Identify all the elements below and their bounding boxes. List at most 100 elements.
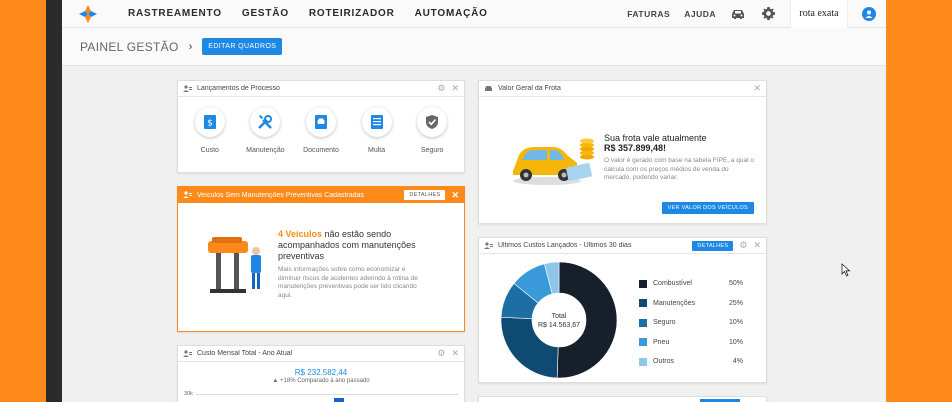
launch-label: Documento [303, 147, 339, 154]
legend-item: Pneu 10% [639, 333, 743, 353]
view-vehicle-values-button[interactable]: VER VALOR DOS VEÍCULOS [661, 202, 754, 214]
fleet-total-value: R$ 357.899,48! [604, 143, 667, 153]
close-icon[interactable]: ✕ [753, 241, 761, 250]
edit-boards-button[interactable]: EDITAR QUADROS [202, 38, 283, 55]
details-button[interactable]: DETALHES [404, 190, 446, 200]
legend-percentage: 4% [732, 358, 743, 366]
monthly-cost-card: Custo Mensal Total - Ano Atual ⚙ ✕ R$ 23… [177, 345, 465, 402]
fleet-headline: Sua frota vale atualmente [604, 133, 707, 143]
fine-document-icon [370, 115, 383, 129]
legend-swatch [639, 357, 647, 366]
preventive-maintenance-card: Veículos Sem Manutenções Preventivas Cad… [177, 186, 465, 332]
donut-center-label: Total [552, 313, 567, 320]
svg-text:$: $ [207, 119, 213, 129]
process-launches-card: Lançamentos de Processo ⚙ ✕ $ Custo Manu… [177, 80, 465, 173]
nav-right-group: FATURAS AJUDA rota exata [627, 0, 886, 28]
fleet-value-card: Valor Geral da Frota ✕ Sua frota vale at… [478, 80, 767, 224]
brand-name: rota exata [799, 7, 839, 19]
legend-percentage: 10% [728, 319, 743, 327]
page-header: PAINEL GESTÃO › EDITAR QUADROS [62, 28, 886, 66]
card-title: Lançamentos de Processo [197, 85, 280, 92]
mouse-cursor-icon [841, 263, 851, 282]
device-bezel-left [46, 0, 62, 402]
card-header: Lançamentos de Processo ⚙ ✕ [178, 81, 464, 97]
monthly-total-value: R$ 232.582,44 [294, 368, 348, 377]
user-list-icon [484, 241, 493, 250]
legend-percentage: 25% [728, 299, 743, 307]
car-document-icon [314, 115, 327, 129]
top-navigation: RASTREAMENTO GESTÃO ROTEIRIZADOR AUTOMAÇ… [62, 0, 886, 28]
launch-documento[interactable]: Documento [295, 107, 347, 154]
settings-icon[interactable]: ⚙ [739, 241, 747, 250]
bottom-card-partial [478, 396, 767, 402]
close-icon[interactable]: ✕ [451, 349, 459, 358]
card-header: Últimos Custos Lançados - Últimos 30 dia… [479, 238, 766, 254]
nav-item-automacao[interactable]: AUTOMAÇÃO [415, 8, 488, 19]
comparison-text: +18% Comparado à ano passado [280, 378, 370, 384]
car-icon [484, 84, 493, 93]
shield-check-icon [426, 115, 439, 129]
nav-link-ajuda[interactable]: AJUDA [684, 9, 716, 19]
legend-swatch [639, 338, 647, 347]
nav-item-rastreamento[interactable]: RASTREAMENTO [128, 8, 222, 19]
maintenance-message: 4 Veículos não estão sendo acompanhados … [278, 229, 428, 300]
app-screen: RASTREAMENTO GESTÃO ROTEIRIZADOR AUTOMAÇ… [62, 0, 886, 402]
user-list-icon [183, 191, 192, 200]
nav-item-gestao[interactable]: GESTÃO [242, 8, 289, 19]
card-title: Últimos Custos Lançados - Últimos 30 dia… [498, 242, 632, 249]
main-menu: RASTREAMENTO GESTÃO ROTEIRIZADOR AUTOMAÇ… [128, 8, 488, 19]
mechanic-illustration [206, 227, 266, 302]
car-coins-illustration [509, 133, 599, 193]
user-list-icon [183, 84, 192, 93]
user-avatar-icon[interactable] [862, 6, 876, 21]
card-header: Veículos Sem Manutenções Preventivas Cad… [178, 187, 464, 203]
settings-icon[interactable]: ⚙ [437, 84, 445, 93]
app-logo-icon[interactable] [62, 0, 114, 28]
legend-label: Manutenções [653, 299, 696, 307]
card-title: Veículos Sem Manutenções Preventivas Cad… [197, 191, 364, 199]
close-icon[interactable]: ✕ [753, 84, 761, 93]
legend-label: Outros [653, 358, 675, 366]
legend-swatch [639, 279, 647, 288]
launch-label: Custo [200, 147, 219, 154]
costs-donut-chart: Total R$ 14.563,67 [500, 261, 618, 379]
close-icon[interactable]: ✕ [451, 84, 459, 93]
details-button[interactable]: DETALHES [692, 240, 734, 251]
legend-item: Combustível 50% [639, 274, 743, 294]
gear-icon[interactable] [760, 6, 776, 22]
card-header: Valor Geral da Frota ✕ [479, 81, 766, 97]
nav-link-faturas[interactable]: FATURAS [627, 9, 670, 19]
legend-swatch [639, 318, 647, 327]
user-list-icon [183, 349, 192, 358]
card-header: Custo Mensal Total - Ano Atual ⚙ ✕ [178, 346, 464, 362]
launch-custo[interactable]: $ Custo [184, 107, 236, 154]
settings-icon[interactable]: ⚙ [437, 349, 445, 358]
nav-item-roteirizador[interactable]: ROTEIRIZADOR [309, 8, 395, 19]
legend-percentage: 50% [728, 280, 743, 288]
car-icon[interactable] [730, 6, 746, 22]
launch-manutencao[interactable]: Manutenção [239, 107, 291, 154]
legend-item: Outros 4% [639, 352, 743, 372]
legend-item: Seguro 10% [639, 313, 743, 333]
launch-options: $ Custo Manutenção Documento Multa Segur… [178, 97, 464, 154]
dollar-document-icon: $ [203, 115, 216, 129]
card-title: Custo Mensal Total - Ano Atual [197, 350, 293, 357]
launch-multa[interactable]: Multa [351, 107, 403, 154]
chart-legend: Combustível 50% Manutenções 25% Seguro 10% Pne… [639, 274, 743, 372]
device-frame-right [886, 0, 952, 402]
close-icon[interactable]: ✕ [451, 190, 459, 200]
monthly-bar [334, 398, 344, 402]
maintenance-info-link[interactable]: Mais informações sobre como economizar e… [278, 266, 428, 300]
legend-percentage: 10% [728, 338, 743, 346]
donut-center-value: R$ 14.563,67 [538, 322, 580, 329]
launch-label: Manutenção [246, 147, 285, 154]
vehicle-count-highlight: 4 Veículos [278, 229, 323, 239]
recent-costs-card: Últimos Custos Lançados - Últimos 30 dia… [478, 237, 767, 383]
wrench-screwdriver-icon [258, 114, 273, 129]
launch-label: Multa [368, 147, 386, 154]
y-axis-tick: 30k [184, 391, 193, 397]
legend-swatch [639, 299, 647, 308]
legend-label: Seguro [653, 319, 676, 327]
launch-seguro[interactable]: Seguro [406, 107, 458, 154]
page-title: PAINEL GESTÃO [80, 39, 179, 54]
